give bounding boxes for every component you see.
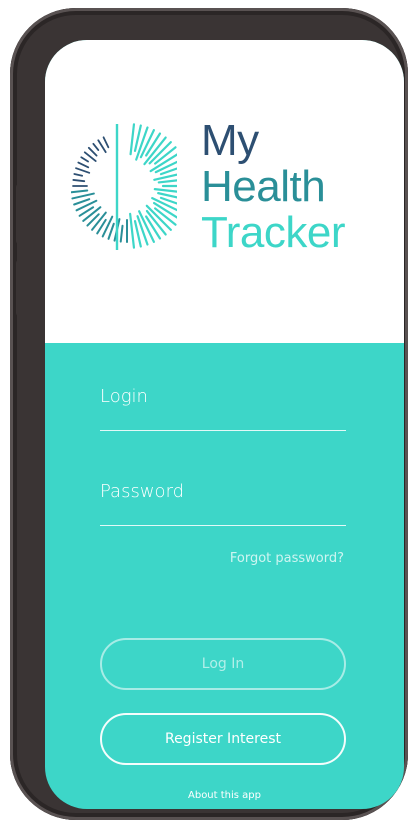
brand-word-my: My bbox=[201, 116, 259, 165]
volume-up-button bbox=[16, 184, 22, 244]
login-placeholder: Login bbox=[100, 386, 148, 407]
log-in-button[interactable]: Log In bbox=[100, 638, 346, 690]
password-placeholder: Password bbox=[100, 481, 185, 502]
app-brand-name: My Health Tracker bbox=[201, 116, 346, 257]
radial-burst-logo-icon bbox=[71, 123, 177, 250]
brand-word-health: Health bbox=[201, 162, 326, 211]
password-field[interactable]: Password bbox=[100, 465, 346, 526]
brand-word-tracker: Tracker bbox=[201, 208, 346, 257]
volume-down-button bbox=[16, 260, 22, 316]
phone-frame: My Health Tracker Login Password Forgot … bbox=[10, 8, 408, 820]
register-interest-button[interactable]: Register Interest bbox=[100, 713, 346, 765]
phone-screen: My Health Tracker Login Password Forgot … bbox=[45, 40, 404, 809]
header-panel: My Health Tracker bbox=[45, 40, 404, 343]
login-field[interactable]: Login bbox=[100, 370, 346, 431]
forgot-password-link[interactable]: Forgot password? bbox=[100, 551, 344, 566]
about-app-link[interactable]: About this app bbox=[45, 790, 404, 801]
